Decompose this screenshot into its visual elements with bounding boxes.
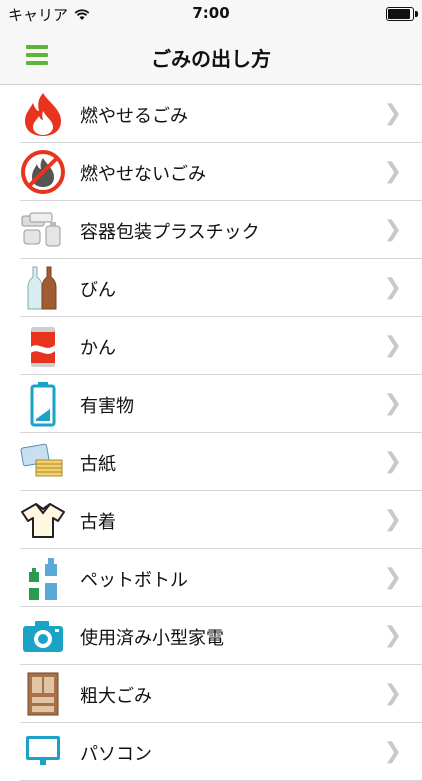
fire-icon	[20, 91, 66, 137]
list-item-pet-bottles[interactable]: ペットボトル ❯	[20, 549, 422, 607]
list-item-label: 粗大ごみ	[80, 686, 152, 707]
cabinet-icon	[20, 671, 66, 717]
list-item-label: 燃やせないごみ	[80, 164, 206, 185]
list-item-label: 古着	[80, 512, 116, 533]
chevron-right-icon: ❯	[383, 681, 402, 706]
list-item-label: ペットボトル	[80, 570, 188, 591]
chevron-right-icon: ❯	[383, 159, 402, 184]
list-item-label: 有害物	[80, 396, 134, 417]
list-item-label: パソコン	[80, 744, 152, 765]
list-item-bottles[interactable]: びん ❯	[20, 259, 422, 317]
computer-icon	[20, 729, 66, 775]
list-item-label: 使用済み小型家電	[80, 628, 224, 649]
chevron-right-icon: ❯	[383, 507, 402, 532]
chevron-right-icon: ❯	[383, 449, 402, 474]
navigation-bar: ごみの出し方	[0, 28, 422, 85]
list-item-computers[interactable]: パソコン ❯	[20, 723, 422, 781]
bottle-icon	[20, 265, 66, 311]
list-item-label: 燃やせるごみ	[80, 106, 188, 127]
battery-icon	[20, 381, 66, 427]
list-item-label: 古紙	[80, 454, 116, 475]
list-item-small-appliances[interactable]: 使用済み小型家電 ❯	[20, 607, 422, 665]
list-item-burnable[interactable]: 燃やせるごみ ❯	[20, 85, 422, 143]
list-item-plastic-packaging[interactable]: 容器包装プラスチック ❯	[20, 201, 422, 259]
list-item-label: 容器包装プラスチック	[80, 222, 260, 243]
no-fire-icon	[20, 149, 66, 195]
list-item-hazardous[interactable]: 有害物 ❯	[20, 375, 422, 433]
list-item-used-paper[interactable]: 古紙 ❯	[20, 433, 422, 491]
chevron-right-icon: ❯	[383, 565, 402, 590]
chevron-right-icon: ❯	[383, 623, 402, 648]
chevron-right-icon: ❯	[383, 217, 402, 242]
camera-icon	[20, 613, 66, 659]
paper-icon	[20, 439, 66, 485]
list-item-oversized[interactable]: 粗大ごみ ❯	[20, 665, 422, 723]
chevron-right-icon: ❯	[383, 275, 402, 300]
list-item-non-burnable[interactable]: 燃やせないごみ ❯	[20, 143, 422, 201]
garbage-category-list: 燃やせるごみ ❯ 燃やせないごみ ❯ 容器包装プラスチック ❯ びん ❯ かん …	[0, 85, 422, 781]
chevron-right-icon: ❯	[383, 391, 402, 416]
list-item-label: かん	[80, 338, 116, 359]
chevron-right-icon: ❯	[383, 333, 402, 358]
page-title: ごみの出し方	[151, 47, 271, 71]
chevron-right-icon: ❯	[383, 101, 402, 126]
pet-bottle-icon	[20, 555, 66, 601]
shirt-icon	[20, 497, 66, 543]
battery-status-icon	[386, 7, 418, 21]
plastic-container-icon	[20, 207, 66, 253]
list-item-label: びん	[80, 280, 116, 301]
status-bar: キャリア 7:00	[0, 0, 422, 28]
list-item-used-clothing[interactable]: 古着 ❯	[20, 491, 422, 549]
status-time: 7:00	[192, 4, 230, 22]
chevron-right-icon: ❯	[383, 739, 402, 764]
can-icon	[20, 323, 66, 369]
list-item-cans[interactable]: かん ❯	[20, 317, 422, 375]
